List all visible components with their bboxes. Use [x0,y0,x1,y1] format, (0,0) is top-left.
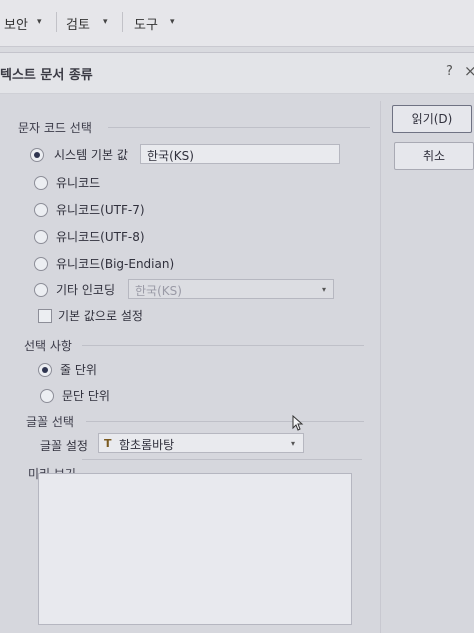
chevron-down-icon[interactable]: ▾ [103,17,108,27]
system-default-encoding-field: 한국(KS) [140,144,340,164]
menu-review[interactable]: 검토 [66,14,90,33]
close-icon[interactable]: × [464,62,474,80]
mouse-cursor-icon [292,415,304,431]
option-utf7-label: 유니코드(UTF-7) [56,203,145,217]
group-divider [82,345,364,346]
group-divider [82,459,362,460]
read-button[interactable]: 읽기(D) [392,105,472,133]
font-type-icon: T [104,437,112,450]
menu-bar: 보안 ▾ 검토 ▾ 도구 ▾ [0,0,474,47]
encoding-group-label: 문자 코드 선택 [18,121,92,135]
chevron-down-icon: ▾ [322,285,327,294]
text-document-type-dialog: 텍스트 문서 종류 ? × 문자 코드 선택 시스템 기본 값 한국(KS) 유… [0,52,474,633]
radio-utf7[interactable] [34,203,48,217]
radio-big-endian[interactable] [34,257,48,271]
font-dropdown[interactable]: T 함초롬바탕 ▾ [98,433,304,453]
radio-utf8[interactable] [34,230,48,244]
option-other-encoding-label: 기타 인코딩 [56,283,116,297]
menu-separator [122,12,123,32]
radio-system-default[interactable] [30,148,44,162]
radio-other-encoding[interactable] [34,283,48,297]
help-icon[interactable]: ? [446,64,453,79]
dialog-titlebar: 텍스트 문서 종류 ? × [0,53,474,94]
group-divider [86,421,364,422]
option-unicode-label: 유니코드 [56,176,101,190]
radio-line-unit[interactable] [38,363,52,377]
preview-area [38,473,352,625]
cancel-button[interactable]: 취소 [394,142,474,170]
option-big-endian-label: 유니코드(Big-Endian) [56,257,175,271]
other-encoding-dropdown[interactable]: 한국(KS) [128,279,334,299]
chevron-down-icon[interactable]: ▾ [37,17,42,27]
chevron-down-icon: ▾ [291,439,296,448]
radio-paragraph-unit[interactable] [40,389,54,403]
option-utf8-label: 유니코드(UTF-8) [56,230,145,244]
font-dropdown-value: 함초롬바탕 [119,438,175,452]
option-paragraph-unit-label: 문단 단위 [62,389,110,403]
menu-tools[interactable]: 도구 [134,14,158,33]
font-setting-label: 글꼴 설정 [40,439,88,453]
set-default-checkbox[interactable] [38,309,52,323]
group-divider [108,127,370,128]
dialog-title: 텍스트 문서 종류 [0,68,93,83]
selection-group-label: 선택 사항 [24,339,72,353]
radio-unicode[interactable] [34,176,48,190]
menu-separator [56,12,57,32]
option-line-unit-label: 줄 단위 [60,363,97,377]
font-group-label: 글꼴 선택 [26,415,74,429]
chevron-down-icon[interactable]: ▾ [170,17,175,27]
set-default-label: 기본 값으로 설정 [58,309,143,323]
menu-security[interactable]: 보안 [4,14,28,33]
option-system-default-label: 시스템 기본 값 [54,148,128,162]
